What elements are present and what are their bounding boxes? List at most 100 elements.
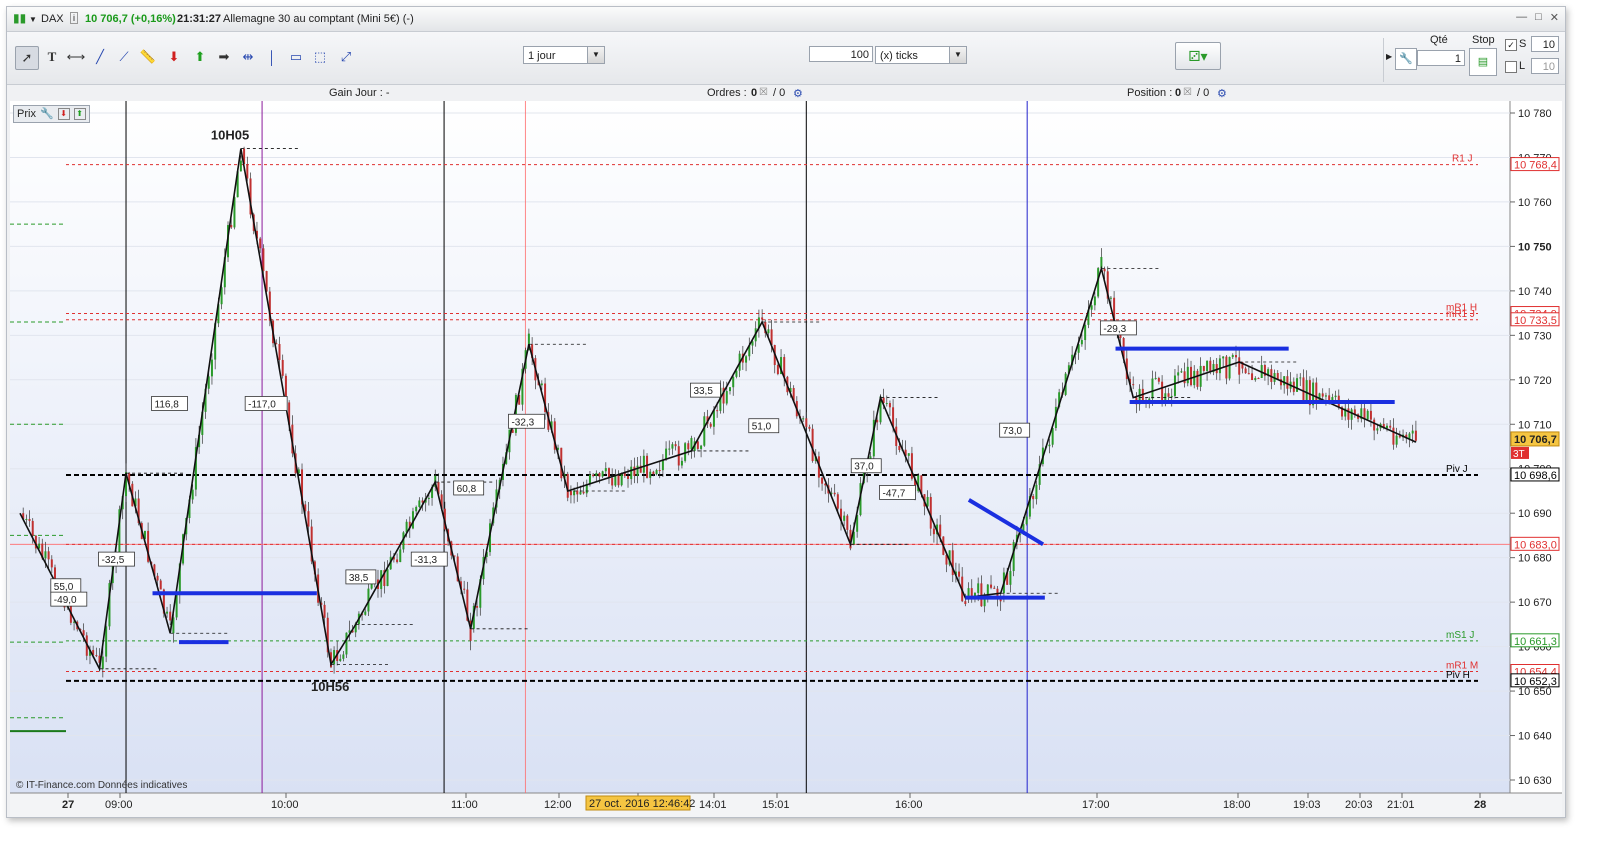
- candle-body: [709, 423, 712, 427]
- orders-cancel-icon[interactable]: ☒: [759, 87, 768, 98]
- instrument-description: Allemagne 30 au comptant (Mini 5€) (-): [223, 13, 414, 25]
- right-arrow-icon[interactable]: ➡: [213, 46, 235, 68]
- sell-arrow-icon[interactable]: ⬇: [163, 46, 185, 68]
- channel-tool-icon[interactable]: ⤢: [335, 46, 357, 68]
- price-tick-label: 10 680: [1518, 553, 1552, 565]
- info-icon[interactable]: i: [70, 12, 78, 24]
- time-tick-label: 28: [1474, 799, 1486, 811]
- candle-body: [579, 491, 582, 495]
- close-icon[interactable]: ✕: [1550, 11, 1559, 24]
- price-tick-label: 10 740: [1518, 286, 1552, 298]
- candle-body: [1318, 393, 1321, 402]
- vline-tool-icon[interactable]: │: [261, 46, 283, 68]
- candle-body: [836, 494, 839, 509]
- candle-body: [540, 383, 543, 386]
- candle-body: [1408, 433, 1411, 439]
- candle-body: [805, 418, 808, 427]
- candle-body: [1231, 355, 1234, 358]
- l-input[interactable]: 10: [1531, 58, 1559, 74]
- clock: 21:31:27: [177, 13, 222, 25]
- candle-body: [614, 475, 617, 486]
- candle-body: [1109, 297, 1112, 299]
- candle-body: [1132, 384, 1135, 386]
- candle-body: [1315, 382, 1318, 402]
- segment-tool-icon[interactable]: ╱: [89, 46, 111, 68]
- candle-body: [1334, 395, 1337, 398]
- zone-tool-icon[interactable]: ⬚: [309, 46, 331, 68]
- wrench-icon[interactable]: 🔧: [40, 106, 54, 122]
- candle-body: [1154, 377, 1157, 379]
- candle-body: [582, 491, 585, 494]
- text-tool-icon[interactable]: T: [41, 46, 63, 68]
- orders-settings-icon[interactable]: ⚙: [793, 87, 803, 100]
- candle-body: [1392, 427, 1395, 445]
- buy-arrow-icon[interactable]: ⬆: [189, 46, 211, 68]
- candle-body: [907, 453, 910, 456]
- candle-body: [1196, 370, 1199, 387]
- time-tick-label: 17:00: [1082, 799, 1110, 811]
- candle-body: [843, 515, 846, 521]
- candle-body: [1080, 340, 1083, 345]
- s-checkbox[interactable]: ✓: [1505, 39, 1517, 51]
- candle-body: [642, 455, 645, 473]
- price-tick-label: 10 750: [1518, 241, 1552, 253]
- candle-body: [1286, 376, 1289, 389]
- chart-icon: ▮▮: [13, 11, 27, 25]
- candle-body: [1151, 378, 1154, 399]
- position-settings-icon[interactable]: ⚙: [1217, 87, 1227, 100]
- qty-input[interactable]: 1: [1417, 50, 1465, 66]
- candle-body: [696, 441, 699, 449]
- up-icon[interactable]: ⬆: [73, 108, 86, 120]
- rectangle-tool-icon[interactable]: ▭: [285, 46, 307, 68]
- swing-label: -32,5: [102, 555, 125, 566]
- prix-panel[interactable]: Prix 🔧 ⬇ ⬆: [13, 105, 90, 123]
- candle-body: [1395, 435, 1398, 445]
- down-icon[interactable]: ⬇: [57, 108, 70, 120]
- candle-body: [364, 611, 367, 615]
- level-value: 10 733,5: [1514, 315, 1557, 327]
- fit-tool-icon[interactable]: ⇹: [237, 46, 259, 68]
- chart-style-button[interactable]: ⚂▾: [1175, 42, 1221, 70]
- ruler-tool-icon[interactable]: 📏: [137, 46, 159, 68]
- candle-body: [1035, 484, 1038, 500]
- candle-body: [630, 466, 633, 479]
- period-select[interactable]: 1 jour ▼: [523, 46, 605, 64]
- chart-area[interactable]: 10 78010 77010 76010 75010 74010 73010 7…: [10, 101, 1562, 817]
- candle-body: [655, 470, 658, 475]
- candle-body: [1180, 371, 1183, 373]
- candle-body: [1084, 324, 1087, 341]
- candle-body: [732, 376, 735, 388]
- candle-body: [690, 438, 693, 450]
- candle-body: [808, 426, 811, 429]
- line-tool-icon[interactable]: ⟋: [113, 46, 135, 68]
- stop-toggle-icon[interactable]: ▤: [1469, 48, 1497, 76]
- wrench-icon[interactable]: 🔧: [1395, 48, 1417, 70]
- candle-body: [1209, 360, 1212, 373]
- price-chart[interactable]: 10 78010 77010 76010 75010 74010 73010 7…: [10, 101, 1562, 817]
- s-input[interactable]: 10: [1531, 36, 1559, 52]
- candle-body: [592, 474, 595, 477]
- current-price-value: 10 706,7: [1514, 434, 1557, 446]
- ticks-unit-select[interactable]: (x) ticks ▼: [875, 46, 967, 64]
- candle-body: [399, 549, 402, 563]
- candle-body: [259, 238, 262, 249]
- expand-icon[interactable]: ▶: [1386, 52, 1392, 61]
- candle-body: [1247, 373, 1250, 375]
- copyright-text: © IT-Finance.com Données indicatives: [16, 780, 187, 791]
- ticks-input[interactable]: 100: [809, 46, 873, 62]
- price-tick-label: 10 670: [1518, 597, 1552, 609]
- symbol-name[interactable]: DAX: [41, 13, 64, 25]
- candle-body: [1090, 305, 1093, 310]
- candle-body: [885, 403, 888, 405]
- period-value: 1 jour: [528, 50, 556, 62]
- candle-body: [1218, 358, 1221, 374]
- cursor-tool-icon[interactable]: ➚: [15, 46, 39, 70]
- position-cancel-icon[interactable]: ☒: [1183, 87, 1192, 98]
- dropdown-icon[interactable]: ▼: [29, 15, 37, 24]
- maximize-icon[interactable]: □: [1535, 11, 1542, 24]
- minimize-icon[interactable]: —: [1516, 11, 1527, 24]
- candle-body: [964, 601, 967, 604]
- hline-tool-icon[interactable]: ⟷: [65, 46, 87, 68]
- l-checkbox[interactable]: [1505, 61, 1517, 73]
- candle-body: [620, 473, 623, 486]
